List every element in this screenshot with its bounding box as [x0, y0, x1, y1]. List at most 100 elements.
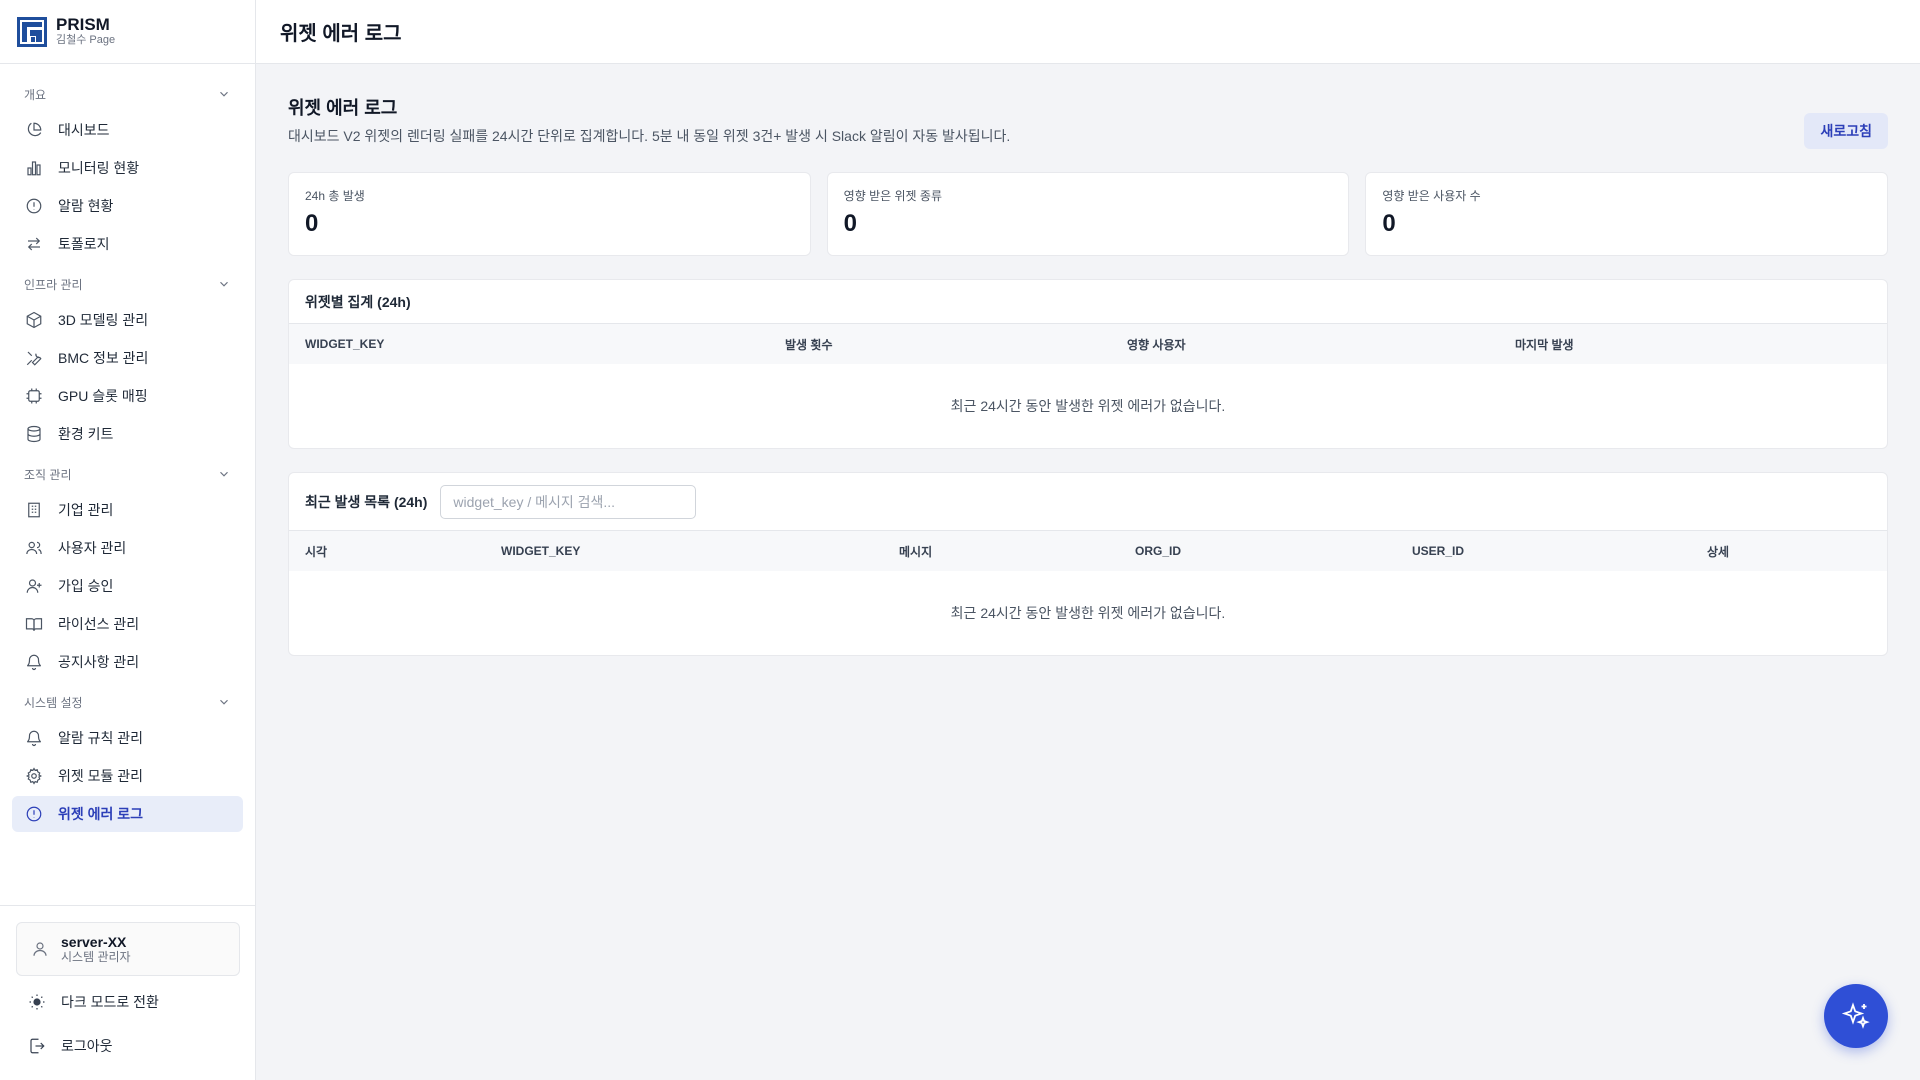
- dark-mode-label: 다크 모드로 전환: [61, 994, 159, 1010]
- nav-group-system[interactable]: 시스템 설정: [12, 684, 243, 720]
- sidebar-item-bmc[interactable]: BMC 정보 관리: [12, 340, 243, 376]
- sidebar-item-label: 3D 모델링 관리: [58, 312, 149, 328]
- bell-icon: [27, 730, 41, 747]
- logout-label: 로그아웃: [61, 1038, 113, 1054]
- chevron-down-icon: [220, 471, 228, 477]
- sidebar-item-companies[interactable]: 기업 관리: [12, 492, 243, 528]
- stat-card-total: 24h 총 발생 0: [288, 172, 811, 256]
- sidebar-item-label: GPU 슬롯 매핑: [58, 388, 148, 404]
- sidebar-item-licenses[interactable]: 라이선스 관리: [12, 606, 243, 642]
- sidebar-item-label: 위젯 모듈 관리: [58, 768, 144, 784]
- dark-mode-toggle[interactable]: 다크 모드로 전환: [16, 980, 240, 1024]
- bell-icon: [27, 654, 41, 671]
- sidebar-item-notices[interactable]: 공지사항 관리: [12, 644, 243, 680]
- column-header[interactable]: 마지막 발생: [1515, 336, 1574, 353]
- ai-assistant-button[interactable]: [1824, 984, 1888, 1048]
- search-input[interactable]: [440, 484, 697, 519]
- sidebar-item-alarm-rules[interactable]: 알람 규칙 관리: [12, 720, 243, 756]
- nav-group-org[interactable]: 조직 관리: [12, 456, 243, 492]
- sidebar-item-label: 위젯 에러 로그: [58, 806, 144, 822]
- sidebar-item-label: 라이선스 관리: [58, 616, 140, 632]
- nav-group-label: 개요: [24, 87, 47, 102]
- column-header[interactable]: WIDGET_KEY: [305, 337, 384, 351]
- bar-chart-icon: [27, 161, 41, 176]
- sidebar-item-label: 대시보드: [58, 122, 110, 138]
- column-header[interactable]: 시각: [305, 543, 327, 560]
- gear-icon: [25, 767, 43, 785]
- brand[interactable]: PRISM 김철수 Page: [0, 0, 255, 64]
- building-icon: [28, 502, 40, 518]
- column-header[interactable]: 발생 횟수: [785, 336, 833, 353]
- sidebar-item-widget-error-log[interactable]: 위젯 에러 로그: [12, 796, 243, 832]
- nav-group-infra[interactable]: 인프라 관리: [12, 266, 243, 302]
- column-header[interactable]: WIDGET_KEY: [501, 544, 580, 558]
- stat-value: 0: [843, 210, 858, 237]
- sidebar: PRISM 김철수 Page 개요 대시보드 모니터링 현황 알람 현황 토폴로…: [0, 0, 256, 1080]
- column-header[interactable]: 상세: [1707, 543, 1729, 560]
- sidebar-item-label: 토폴로지: [58, 236, 110, 252]
- user-plus-icon: [26, 579, 42, 593]
- sidebar-item-label: 공지사항 관리: [58, 654, 140, 670]
- stat-card-users: 영향 받은 사용자 수 0: [1365, 172, 1889, 256]
- user-role: 시스템 관리자: [61, 949, 131, 964]
- sidebar-item-label: 알람 규칙 관리: [58, 730, 144, 746]
- sidebar-item-monitoring[interactable]: 모니터링 현황: [12, 150, 243, 186]
- column-header[interactable]: USER_ID: [1412, 544, 1464, 558]
- sidebar-item-label: 모니터링 현황: [58, 160, 140, 176]
- nav-group-label: 인프라 관리: [24, 277, 83, 292]
- card-title: 최근 발생 목록 (24h): [305, 493, 428, 510]
- stat-cards: 24h 총 발생 0 영향 받은 위젯 종류 0 영향 받은 사용자 수 0: [288, 172, 1889, 256]
- sidebar-item-signup-approval[interactable]: 가입 승인: [12, 568, 243, 604]
- table-header: 시각 WIDGET_KEY 메시지 ORG_ID USER_ID 상세: [289, 531, 1887, 571]
- sidebar-item-users[interactable]: 사용자 관리: [12, 530, 243, 566]
- sidebar-footer: server-XX 시스템 관리자 다크 모드로 전환 로그아웃: [0, 905, 256, 1080]
- nav-group-overview[interactable]: 개요: [12, 76, 243, 112]
- page-title: 위젯 에러 로그: [288, 98, 398, 118]
- sidebar-item-dashboard[interactable]: 대시보드: [12, 112, 243, 148]
- sidebar-item-alarms[interactable]: 알람 현황: [12, 188, 243, 224]
- book-icon: [25, 618, 43, 631]
- sidebar-item-label: 기업 관리: [58, 502, 114, 518]
- sidebar-item-gpu-slot[interactable]: GPU 슬롯 매핑: [12, 378, 243, 414]
- topbar-title: 위젯 에러 로그: [280, 23, 402, 45]
- sidebar-item-topology[interactable]: 토폴로지: [12, 226, 243, 262]
- users-icon: [26, 541, 42, 555]
- stat-card-widgets: 영향 받은 위젯 종류 0: [826, 172, 1350, 256]
- chevron-down-icon: [220, 91, 228, 97]
- database-icon: [27, 425, 41, 443]
- widget-summary-card: 위젯별 집계 (24h) WIDGET_KEY 발생 횟수 영향 사용자 마지막…: [288, 279, 1888, 449]
- column-header[interactable]: ORG_ID: [1135, 544, 1181, 558]
- sidebar-item-label: 사용자 관리: [58, 540, 127, 556]
- main-content: 위젯 에러 로그 대시보드 V2 위젯의 렌더링 실패를 24시간 단위로 집계…: [288, 96, 1889, 656]
- card-header: 최근 발생 목록 (24h): [289, 473, 1887, 531]
- sidebar-item-widget-modules[interactable]: 위젯 모듈 관리: [12, 758, 243, 794]
- nav-group-label: 시스템 설정: [24, 695, 83, 710]
- arrows-swap-icon: [27, 237, 41, 251]
- logout-button[interactable]: 로그아웃: [16, 1024, 240, 1068]
- nav-group-label: 조직 관리: [24, 467, 72, 482]
- sidebar-item-env-kit[interactable]: 환경 키트: [12, 416, 243, 452]
- stat-label: 영향 받은 위젯 종류: [843, 189, 942, 203]
- stat-label: 영향 받은 사용자 수: [1382, 189, 1481, 203]
- sun-icon: [29, 994, 45, 1010]
- sidebar-item-label: 환경 키트: [58, 426, 114, 442]
- page-header: 위젯 에러 로그 대시보드 V2 위젯의 렌더링 실패를 24시간 단위로 집계…: [288, 96, 1888, 156]
- sparkles-icon: [1841, 1002, 1870, 1029]
- column-header[interactable]: 메시지: [899, 543, 932, 560]
- wrench-icon: [26, 351, 42, 366]
- brand-name: PRISM: [56, 15, 110, 34]
- stat-value: 0: [1382, 210, 1396, 237]
- column-header[interactable]: 영향 사용자: [1127, 336, 1186, 353]
- empty-state: 최근 24시간 동안 발생한 위젯 에러가 없습니다.: [950, 605, 1226, 621]
- sidebar-item-3d-modeling[interactable]: 3D 모델링 관리: [12, 302, 243, 338]
- user-card[interactable]: server-XX 시스템 관리자: [16, 922, 240, 976]
- user-name: server-XX: [61, 933, 127, 950]
- page-description: 대시보드 V2 위젯의 렌더링 실패를 24시간 단위로 집계합니다. 5분 내…: [288, 128, 1011, 144]
- alert-circle-icon: [26, 198, 42, 214]
- alert-circle-icon: [26, 806, 42, 822]
- logout-icon: [30, 1038, 45, 1054]
- user-icon: [33, 942, 47, 956]
- chip-icon: [26, 388, 42, 404]
- topbar: 위젯 에러 로그: [256, 0, 1920, 64]
- refresh-button[interactable]: 새로고침: [1804, 113, 1888, 149]
